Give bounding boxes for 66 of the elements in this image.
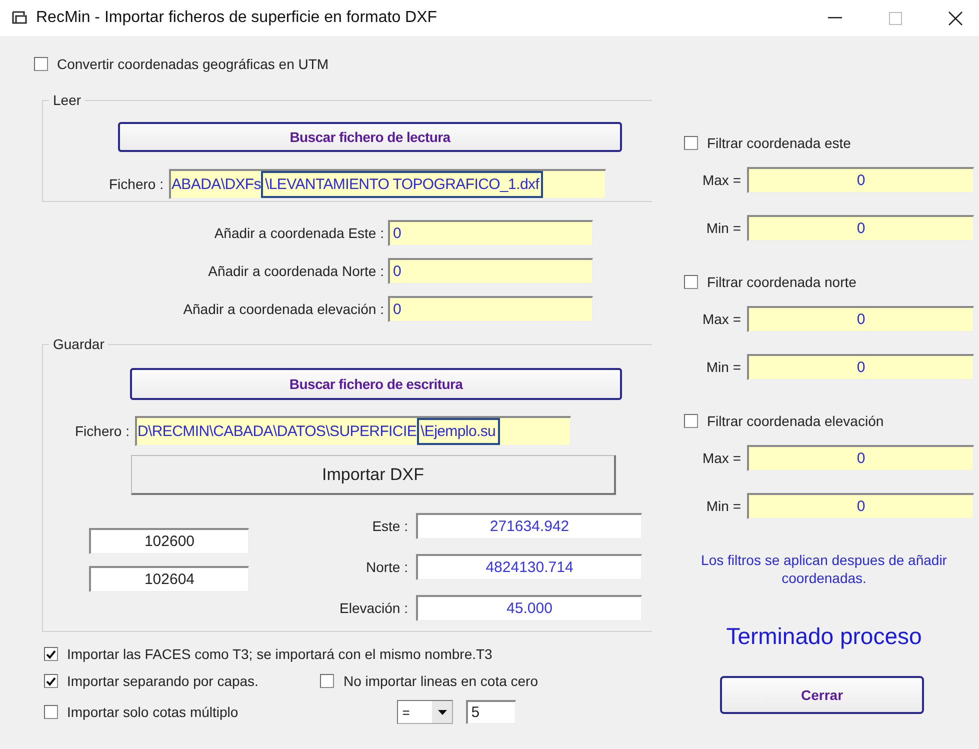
checkbox-label: Convertir coordenadas geográficas en UTM	[57, 56, 329, 72]
field-label: Min =	[706, 220, 741, 236]
coordinate-field[interactable]: 45.000	[416, 594, 642, 620]
file-path-text: D\RECMIN\CABADA\DATOS\SUPERFICIE	[137, 423, 417, 440]
counter-field[interactable]: 102604	[89, 566, 249, 592]
field-label: Max =	[702, 450, 741, 466]
checkbox-label: No importar lineas en cota cero	[343, 673, 538, 689]
min-field[interactable]: 0	[747, 215, 974, 241]
checkbox[interactable]	[44, 674, 58, 688]
field-label: Añadir a coordenada Este :	[214, 225, 384, 241]
close-dialog-button[interactable]: Cerrar	[720, 676, 924, 714]
highlight-frame: \LEVANTAMIENTO TOPOGRAFICO_1.dxf	[261, 171, 544, 198]
field-label: Norte :	[366, 558, 408, 574]
field-label: Fichero :	[109, 176, 164, 192]
checkbox[interactable]	[34, 57, 48, 71]
file-path-field[interactable]: ABADA\DXFs \LEVANTAMIENTO TOPOGRAFICO_1.dxf	[169, 169, 606, 199]
browse-write-file-button[interactable]: Buscar fichero de escritura	[130, 368, 622, 400]
checkbox[interactable]	[684, 136, 698, 150]
offset-input-field[interactable]: 0	[388, 220, 593, 246]
import-dxf-button[interactable]: Importar DXF	[131, 455, 616, 495]
field-label: Añadir a coordenada elevación :	[183, 301, 384, 317]
counter-field[interactable]: 102600	[89, 528, 249, 554]
offset-input-field[interactable]: 0	[388, 258, 593, 284]
checkbox-label: Filtrar coordenada este	[707, 135, 851, 151]
window-title: RecMin - Importar ficheros de superficie en formato DXF	[36, 9, 438, 27]
file-path-field[interactable]: D\RECMIN\CABADA\DATOS\SUPERFICIE \Ejemplo.su	[135, 416, 572, 446]
max-field[interactable]: 0	[747, 306, 974, 332]
checkbox-label: Importar separando por capas.	[67, 673, 258, 689]
filter-note: Los filtros se aplican despues de añadir coordenadas.	[700, 551, 948, 587]
coordinate-field[interactable]: 4824130.714	[416, 554, 642, 580]
group-legend: Guardar	[49, 336, 108, 352]
highlight-frame: \Ejemplo.su	[416, 418, 500, 445]
operator-dropdown[interactable]: =	[397, 700, 454, 724]
dropdown-arrow-icon	[438, 710, 447, 714]
multiple-value-field[interactable]: 5	[466, 700, 516, 724]
min-field[interactable]: 0	[747, 354, 974, 380]
field-label: Max =	[702, 172, 741, 188]
checkbox-label: Importar las FACES como T3; se importará con el mismo nombre.T3	[67, 646, 492, 662]
checkbox-label: Filtrar coordenada norte	[707, 274, 856, 290]
offset-input-field[interactable]: 0	[388, 296, 593, 322]
field-label: Fichero :	[75, 423, 130, 439]
min-field[interactable]: 0	[747, 493, 974, 519]
field-label: Elevación :	[340, 600, 408, 616]
checkbox-label: Importar solo cotas múltiplo	[67, 704, 238, 720]
minimize-icon	[828, 17, 842, 19]
field-label: Min =	[706, 498, 741, 514]
checkbox[interactable]	[44, 705, 58, 719]
max-field[interactable]: 0	[747, 167, 974, 193]
maximize-icon	[888, 12, 902, 24]
field-label: Este :	[372, 518, 408, 534]
max-field[interactable]: 0	[747, 445, 974, 471]
close-icon	[948, 10, 962, 26]
status-message: Terminado proceso	[725, 623, 923, 650]
checkbox-label: Filtrar coordenada elevación	[707, 413, 884, 429]
coordinate-field[interactable]: 271634.942	[416, 512, 642, 538]
checkbox[interactable]	[44, 647, 58, 661]
checkbox[interactable]	[684, 414, 698, 428]
group-legend: Leer	[49, 92, 86, 108]
field-label: Añadir a coordenada Norte :	[208, 263, 384, 279]
field-label: Max =	[702, 311, 741, 327]
checkbox[interactable]	[684, 275, 698, 289]
app-window-icon	[12, 10, 28, 26]
field-label: Min =	[706, 359, 741, 375]
checkbox[interactable]	[320, 674, 334, 688]
browse-read-file-button[interactable]: Buscar fichero de lectura	[118, 122, 622, 152]
file-path-text: ABADA\DXFs	[171, 176, 261, 193]
